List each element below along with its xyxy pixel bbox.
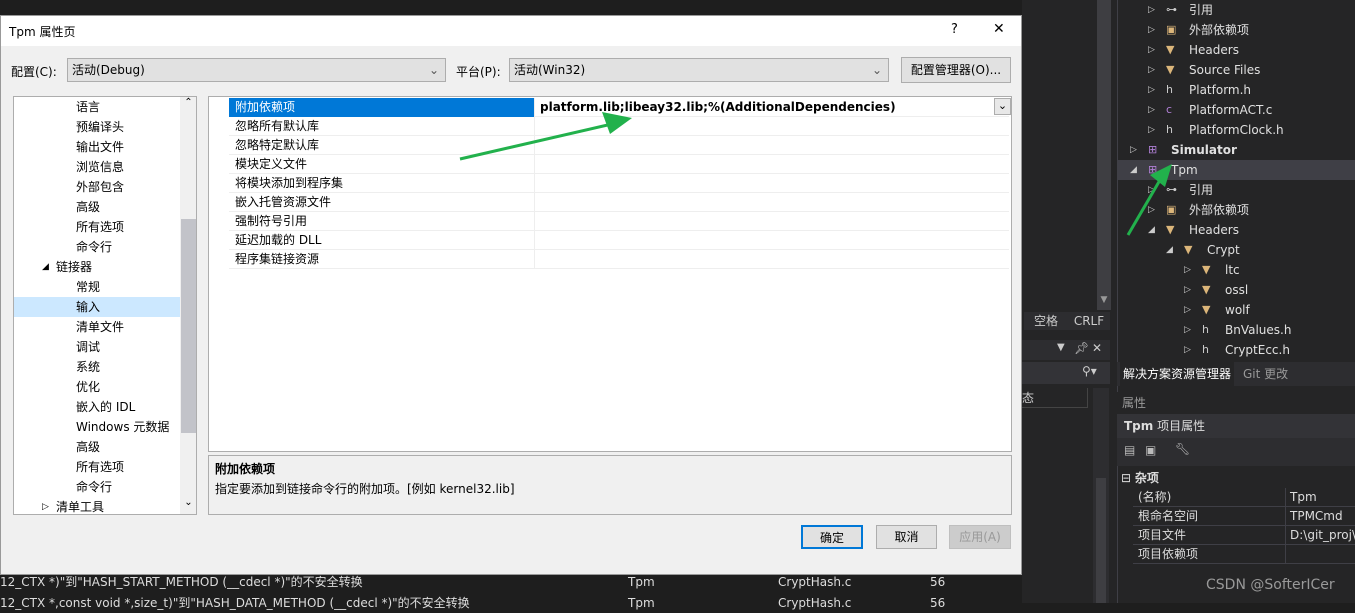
annotation-arrows — [459, 112, 1172, 236]
arrow-to-tpm — [1126, 164, 1172, 236]
arrow-to-dependencies — [459, 112, 632, 161]
